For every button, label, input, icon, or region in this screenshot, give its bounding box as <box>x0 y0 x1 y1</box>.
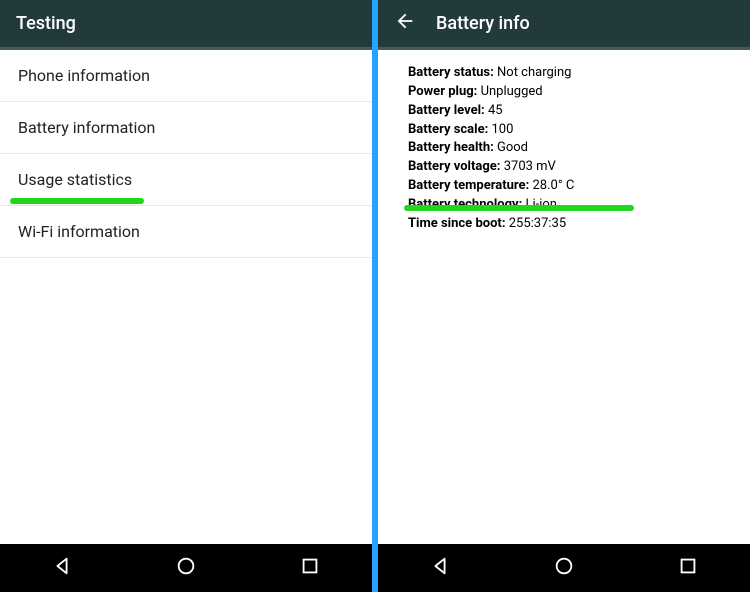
label: Time since boot: <box>408 216 506 231</box>
row-battery-level: Battery level: 45 <box>408 102 730 121</box>
page-title-left: Testing <box>16 13 76 34</box>
circle-home-icon <box>175 555 197 581</box>
value: Not charging <box>497 65 571 80</box>
arrow-back-icon <box>394 10 416 37</box>
label: Battery level: <box>408 103 485 118</box>
value: 255:37:35 <box>509 216 566 231</box>
row-battery-scale: Battery scale: 100 <box>408 121 730 140</box>
row-time-since-boot: Time since boot: 255:37:35 <box>408 215 730 234</box>
nav-back-button[interactable] <box>420 548 460 588</box>
label: Battery status: <box>408 65 494 80</box>
list-testing: Phone information Battery information Us… <box>0 50 372 544</box>
battery-info-body: Battery status: Not charging Power plug:… <box>378 50 750 544</box>
value: 45 <box>488 103 503 118</box>
label: Battery voltage: <box>408 159 500 174</box>
page-title-right: Battery info <box>436 13 530 34</box>
row-battery-voltage: Battery voltage: 3703 mV <box>408 158 730 177</box>
header-right: Battery info <box>378 0 750 50</box>
list-item-label: Usage statistics <box>18 170 132 189</box>
pane-battery-info: Battery info Battery status: Not chargin… <box>378 0 750 592</box>
value: Li-ion <box>525 197 557 212</box>
label: Battery scale: <box>408 122 488 137</box>
circle-home-icon <box>553 555 575 581</box>
label: Battery health: <box>408 140 494 155</box>
row-battery-status: Battery status: Not charging <box>408 64 730 83</box>
row-battery-technology: Battery technology: Li-ion <box>408 196 730 215</box>
header-left: Testing <box>0 0 372 50</box>
value: Good <box>497 140 528 155</box>
nav-back-button[interactable] <box>42 548 82 588</box>
nav-recent-button[interactable] <box>668 548 708 588</box>
nav-recent-button[interactable] <box>290 548 330 588</box>
value: 28.0° C <box>532 178 574 193</box>
nav-home-button[interactable] <box>166 548 206 588</box>
list-item-label: Wi-Fi information <box>18 222 140 241</box>
back-button[interactable] <box>394 10 416 37</box>
nav-home-button[interactable] <box>544 548 584 588</box>
list-item-battery-information[interactable]: Battery information <box>0 102 372 154</box>
pane-testing: Testing Phone information Battery inform… <box>0 0 372 592</box>
row-battery-temperature: Battery temperature: 28.0° C <box>408 177 730 196</box>
row-power-plug: Power plug: Unplugged <box>408 83 730 102</box>
label: Battery technology: <box>408 197 522 212</box>
value: Unplugged <box>481 84 543 99</box>
label: Battery temperature: <box>408 178 529 193</box>
square-recent-icon <box>299 555 321 581</box>
list-item-label: Phone information <box>18 66 150 85</box>
list-item-usage-statistics[interactable]: Usage statistics <box>0 154 372 206</box>
list-item-phone-information[interactable]: Phone information <box>0 50 372 102</box>
list-item-label: Battery information <box>18 118 155 137</box>
triangle-back-icon <box>429 555 451 581</box>
triangle-back-icon <box>51 555 73 581</box>
label: Power plug: <box>408 84 477 99</box>
list-item-wifi-information[interactable]: Wi-Fi information <box>0 206 372 258</box>
value: 3703 mV <box>504 159 556 174</box>
navbar-left <box>0 544 372 592</box>
square-recent-icon <box>677 555 699 581</box>
row-battery-health: Battery health: Good <box>408 139 730 158</box>
value: 100 <box>492 122 514 137</box>
navbar-right <box>378 544 750 592</box>
